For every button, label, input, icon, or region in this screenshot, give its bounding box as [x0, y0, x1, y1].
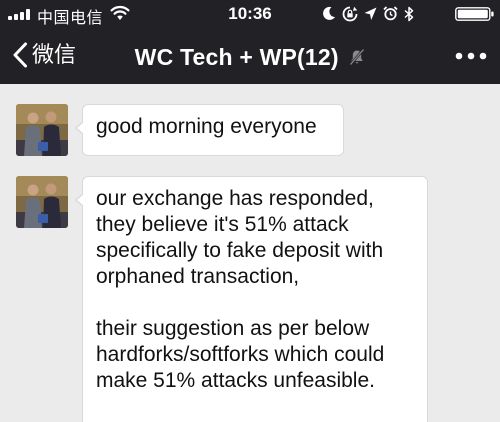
message-bubble[interactable]: our exchange has responded, they believe…: [75, 176, 428, 422]
nav-bar: 微信 WC Tech + WP(12): [0, 27, 500, 84]
status-time: 10:36: [228, 4, 272, 23]
more-icon[interactable]: [454, 49, 488, 63]
location-arrow-icon: [364, 7, 377, 20]
chat-title: WC Tech + WP(12): [0, 39, 500, 73]
header: 中国电信 10:36 微信 WC Tech + WP(12): [0, 0, 500, 84]
chat-title-text: WC Tech + WP(12): [134, 43, 339, 70]
status-bar: 中国电信 10:36: [0, 0, 500, 27]
status-icons: [322, 5, 414, 22]
rotation-lock-icon: [342, 6, 358, 21]
alarm-icon: [383, 6, 398, 21]
battery-icon: [455, 7, 494, 21]
bluetooth-icon: [404, 6, 414, 21]
mute-icon: [349, 48, 365, 66]
wechat-chat-screen: 中国电信 10:36 微信 WC Tech + WP(12) good morn…: [0, 0, 500, 422]
chat-message: our exchange has responded, they believe…: [0, 84, 500, 422]
moon-icon: [323, 6, 335, 20]
avatar-image: [16, 176, 68, 228]
sender-avatar[interactable]: [16, 176, 68, 228]
